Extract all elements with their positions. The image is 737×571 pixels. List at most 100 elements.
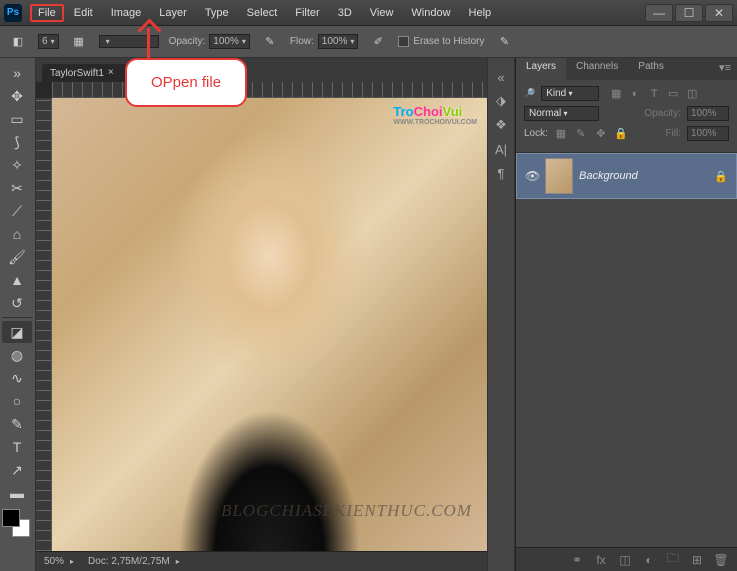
dock-icon-2[interactable]: ❖ (490, 114, 512, 136)
stamp-tool-icon[interactable]: ▲ (2, 269, 32, 291)
layers-panel-footer: ⚭ fx ◫ ◐ 🗀 ⊞ 🗑 (516, 547, 737, 571)
type-tool-icon[interactable]: T (2, 436, 32, 458)
collapsed-panel-dock: « ⬗ ❖ A| ¶ (487, 58, 515, 571)
blur-tool-icon[interactable]: ∿ (2, 367, 32, 389)
maximize-button[interactable]: ☐ (675, 4, 703, 22)
filter-smart-icon[interactable]: ◫ (685, 87, 699, 101)
dock-character-icon[interactable]: A| (490, 138, 512, 160)
menu-3d[interactable]: 3D (330, 4, 360, 22)
document-image[interactable]: TroChoiVui WWW.TROCHOIVUI.COM BLOGCHIASE… (52, 98, 487, 551)
menu-type[interactable]: Type (197, 4, 237, 22)
eraser-tool-icon[interactable]: ◪ (2, 321, 32, 343)
close-tab-icon[interactable]: × (108, 67, 120, 79)
lock-position-icon[interactable]: ✥ (594, 127, 608, 141)
filter-kind-dropdown[interactable]: Kind (541, 86, 599, 101)
fill-label: Fill: (665, 128, 681, 139)
visibility-eye-icon[interactable]: 👁 (525, 169, 539, 183)
blend-mode-dropdown[interactable]: Normal (524, 106, 599, 121)
path-tool-icon[interactable]: ↗ (2, 459, 32, 481)
brush-panel-toggle-icon[interactable]: ▦ (69, 32, 89, 52)
crop-tool-icon[interactable]: ✂ (2, 177, 32, 199)
new-layer-icon[interactable]: ⊞ (689, 552, 705, 568)
marquee-tool-icon[interactable]: ▭ (2, 108, 32, 130)
layer-opacity-field[interactable]: 100% (687, 106, 729, 121)
dock-paragraph-icon[interactable]: ¶ (490, 162, 512, 184)
status-bar: 50% Doc: 2,75M/2,75M (36, 551, 487, 571)
opacity-field[interactable]: 100% (209, 34, 250, 49)
main-area: » ✥ ▭ ⟆ ✧ ✂ ⟋ ⌂ 🖌 ▲ ↺ ◪ ◍ ∿ ○ ✎ T ↗ ▬ Ta… (0, 58, 737, 571)
flow-field[interactable]: 100% (318, 34, 359, 49)
eyedropper-tool-icon[interactable]: ⟋ (2, 200, 32, 222)
ruler-vertical[interactable] (36, 98, 52, 551)
delete-layer-icon[interactable]: 🗑 (713, 552, 729, 568)
opacity-label: Opacity: (169, 36, 206, 47)
menu-image[interactable]: Image (103, 4, 150, 22)
doc-size-info[interactable]: Doc: 2,75M/2,75M (88, 556, 180, 567)
lock-all-icon[interactable]: 🔒 (614, 127, 628, 141)
pen-tool-icon[interactable]: ✎ (2, 413, 32, 435)
menu-window[interactable]: Window (403, 4, 458, 22)
wand-tool-icon[interactable]: ✧ (2, 154, 32, 176)
ruler-horizontal[interactable] (52, 82, 487, 98)
document-tab[interactable]: TaylorSwift1 × (42, 64, 128, 82)
airbrush-icon[interactable]: ✐ (368, 32, 388, 52)
layer-list: 👁 Background 🔒 (516, 153, 737, 547)
panel-menu-icon[interactable]: ▾≡ (713, 58, 737, 80)
tab-paths[interactable]: Paths (628, 58, 674, 80)
brush-size-dropdown[interactable]: 6 (38, 34, 59, 49)
layer-mask-icon[interactable]: ◫ (617, 552, 633, 568)
brush-tool-icon[interactable]: 🖌 (2, 246, 32, 268)
lock-pixels-icon[interactable]: ✎ (574, 127, 588, 141)
filter-pixel-icon[interactable]: ▦ (609, 87, 623, 101)
close-button[interactable]: ✕ (705, 4, 733, 22)
layer-style-icon[interactable]: fx (593, 552, 609, 568)
menu-filter[interactable]: Filter (287, 4, 327, 22)
filter-shape-icon[interactable]: ▭ (666, 87, 680, 101)
history-brush-tool-icon[interactable]: ↺ (2, 292, 32, 314)
menu-edit[interactable]: Edit (66, 4, 101, 22)
minimize-button[interactable]: — (645, 4, 673, 22)
dock-icon-1[interactable]: ⬗ (490, 90, 512, 112)
menu-layer[interactable]: Layer (151, 4, 195, 22)
callout-text: OPpen file (151, 74, 221, 91)
tab-channels[interactable]: Channels (566, 58, 628, 80)
tool-preset-icon[interactable]: ◧ (8, 32, 28, 52)
menu-help[interactable]: Help (461, 4, 500, 22)
dodge-tool-icon[interactable]: ○ (2, 390, 32, 412)
tool-separator (2, 317, 33, 318)
chevron-toggle-icon[interactable]: » (2, 62, 32, 84)
canvas-body: TroChoiVui WWW.TROCHOIVUI.COM BLOGCHIASE… (36, 98, 487, 551)
lock-transparent-icon[interactable]: ▦ (554, 127, 568, 141)
filter-type-icon[interactable]: T (647, 87, 661, 101)
filter-adjustment-icon[interactable]: ◐ (628, 87, 642, 101)
canvas-viewport[interactable]: TroChoiVui WWW.TROCHOIVUI.COM BLOGCHIASE… (52, 98, 487, 551)
new-group-icon[interactable]: 🗀 (665, 552, 681, 568)
menu-file[interactable]: File (30, 4, 64, 22)
fill-field[interactable]: 100% (687, 126, 729, 141)
chevron-collapse-icon[interactable]: « (490, 66, 512, 88)
app-logo: Ps (4, 4, 22, 22)
heal-tool-icon[interactable]: ⌂ (2, 223, 32, 245)
shape-tool-icon[interactable]: ▬ (2, 482, 32, 504)
tablet-opacity-icon[interactable]: ✎ (260, 32, 280, 52)
layer-thumbnail[interactable] (545, 158, 573, 194)
menu-view[interactable]: View (362, 4, 402, 22)
window-controls: — ☐ ✕ (645, 4, 733, 22)
lasso-tool-icon[interactable]: ⟆ (2, 131, 32, 153)
title-bar: Ps File Edit Image Layer Type Select Fil… (0, 0, 737, 26)
layer-filter-section: 🔎 Kind ▦ ◐ T ▭ ◫ Normal Opacity: 100% Lo… (516, 80, 737, 153)
tablet-size-icon[interactable]: ✎ (495, 32, 515, 52)
move-tool-icon[interactable]: ✥ (2, 85, 32, 107)
adjustment-layer-icon[interactable]: ◐ (641, 552, 657, 568)
erase-history-checkbox[interactable] (398, 36, 409, 47)
foreground-color-swatch[interactable] (2, 509, 20, 527)
menu-select[interactable]: Select (239, 4, 286, 22)
link-layers-icon[interactable]: ⚭ (569, 552, 585, 568)
layer-name[interactable]: Background (579, 170, 708, 182)
zoom-level[interactable]: 50% (44, 556, 74, 567)
layer-row[interactable]: 👁 Background 🔒 (516, 153, 737, 199)
layer-opacity-label: Opacity: (644, 108, 681, 119)
tab-layers[interactable]: Layers (516, 58, 566, 80)
color-swatches[interactable] (2, 509, 30, 537)
gradient-tool-icon[interactable]: ◍ (2, 344, 32, 366)
